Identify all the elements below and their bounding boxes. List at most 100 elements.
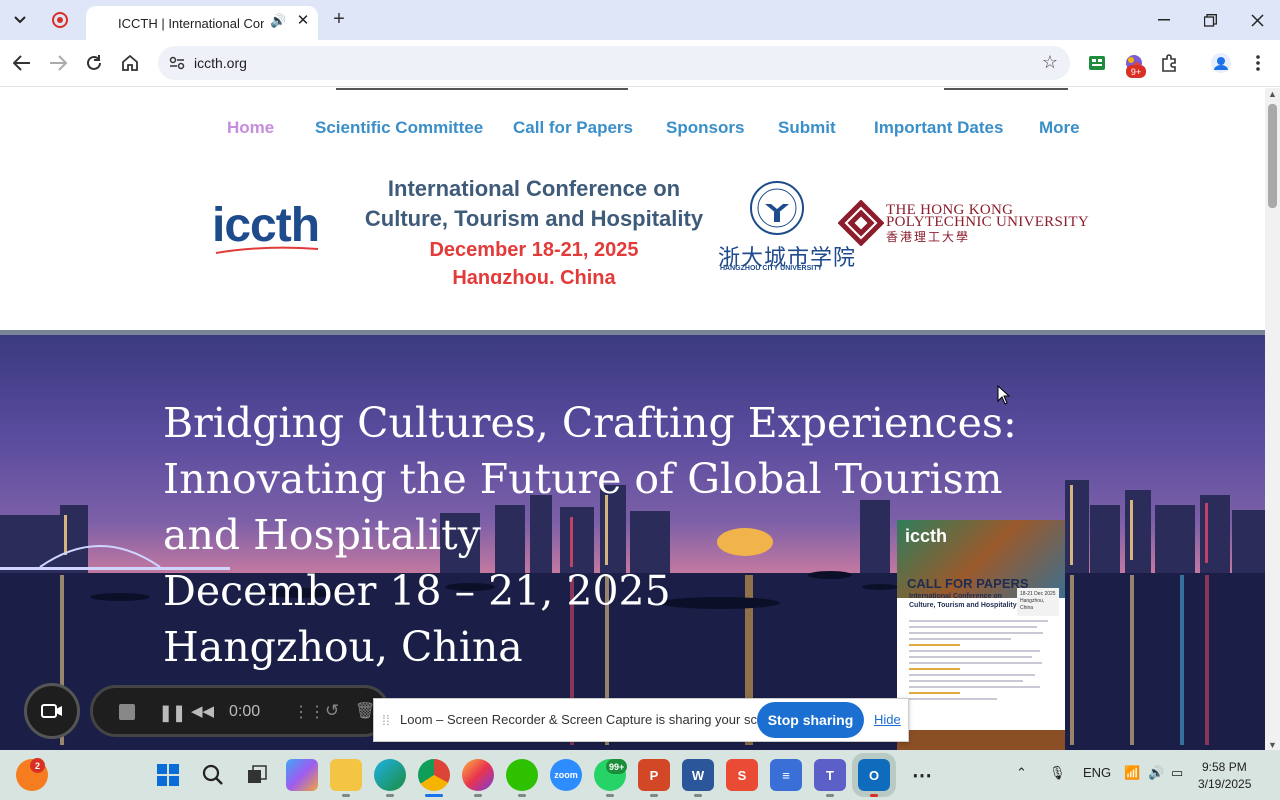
- home-icon[interactable]: [118, 51, 142, 75]
- close-window-button[interactable]: [1241, 6, 1273, 34]
- wifi-icon[interactable]: 📶: [1124, 765, 1140, 781]
- url-text: iccth.org: [194, 55, 247, 71]
- poster-subtitle: International Conference on Culture, Tou…: [909, 593, 1017, 609]
- hide-link[interactable]: Hide: [874, 712, 901, 727]
- hero-line: Bridging Cultures, Crafting Experiences:: [163, 399, 1017, 447]
- conference-date: December 18-21, 2025: [429, 239, 639, 261]
- hero-line: Hangzhou, China: [163, 623, 523, 671]
- conference-title-line2: Culture, Tourism and Hospitality: [364, 206, 704, 231]
- nav-important-dates[interactable]: Important Dates: [874, 118, 1003, 138]
- running-indicator: [694, 794, 702, 797]
- extensions-puzzle-icon[interactable]: [1157, 51, 1181, 75]
- share-message: Loom – Screen Recorder & Screen Capture …: [400, 712, 787, 727]
- poster-headline: CALL FOR PAPERS: [907, 576, 1029, 591]
- windows-start-icon[interactable]: [152, 759, 184, 791]
- hcu-name-english: HANGZHOU CITY UNIVERSITY: [720, 265, 823, 272]
- extension-green-icon[interactable]: [1085, 51, 1109, 75]
- nav-home[interactable]: Home: [227, 118, 274, 138]
- loom-timer: 0:00: [229, 703, 261, 720]
- more-apps-icon[interactable]: ⋯: [906, 759, 938, 791]
- nav-scientific-committee[interactable]: Scientific Committee: [315, 118, 483, 138]
- reload-icon[interactable]: [82, 51, 106, 75]
- forward-arrow-icon[interactable]: [46, 51, 70, 75]
- divider-line: [336, 88, 628, 90]
- loom-pause-icon[interactable]: ❚❚: [159, 703, 186, 723]
- browser-tabstrip: ICCTH | International Confe 🔊 ✕ +: [0, 0, 1280, 40]
- running-indicator: [518, 794, 526, 797]
- divider-line: [944, 88, 1068, 90]
- microphone-icon[interactable]: 🎙: [1049, 765, 1066, 781]
- browser-tab-active[interactable]: ICCTH | International Confe 🔊 ✕: [86, 6, 318, 40]
- back-arrow-icon[interactable]: [10, 51, 34, 75]
- running-indicator: [342, 794, 350, 797]
- clock-time[interactable]: 9:58 PM: [1202, 760, 1247, 774]
- bookmark-star-icon[interactable]: ☆: [1042, 52, 1058, 73]
- scroll-down-arrow-icon[interactable]: ▼: [1268, 740, 1277, 750]
- chrome-icon[interactable]: [418, 759, 450, 791]
- loom-camera-button[interactable]: [24, 683, 80, 739]
- loom-stop-icon[interactable]: [119, 704, 135, 720]
- language-indicator[interactable]: ENG: [1083, 765, 1111, 780]
- loom-restart-icon[interactable]: ↺: [325, 701, 339, 721]
- page-scrollbar[interactable]: ▲ ▼: [1265, 88, 1280, 750]
- restore-button[interactable]: [1194, 6, 1226, 34]
- running-indicator: [386, 794, 394, 797]
- nav-more[interactable]: More: [1039, 118, 1080, 138]
- loom-control-bar: ❚❚ ◀◀ 0:00 ⋮⋮ ↺ 🗑: [90, 685, 390, 737]
- wps-icon[interactable]: S: [726, 759, 758, 791]
- site-info-icon[interactable]: [166, 52, 188, 74]
- active-indicator: [425, 794, 443, 797]
- hero-line: December 18 – 21, 2025: [163, 567, 671, 615]
- notepad-icon[interactable]: ≡: [770, 759, 802, 791]
- speaker-icon[interactable]: 🔊: [270, 13, 286, 29]
- poster-date: 18-21 Dec 2025 Hangzhou, China: [1017, 588, 1059, 616]
- scroll-up-arrow-icon[interactable]: ▲: [1268, 89, 1277, 99]
- conference-title-line1: International Conference on: [387, 176, 681, 201]
- powerpoint-icon[interactable]: P: [638, 759, 670, 791]
- stop-sharing-button[interactable]: Stop sharing: [757, 702, 864, 738]
- logo-swoosh: [215, 246, 319, 254]
- tab-search-chevron-icon[interactable]: [8, 8, 32, 32]
- running-indicator: [870, 794, 878, 797]
- running-indicator: [650, 794, 658, 797]
- conference-place: Hangzhou, China: [452, 267, 616, 284]
- browser-menu-icon[interactable]: [1246, 51, 1270, 75]
- firefox-icon[interactable]: [462, 759, 494, 791]
- tab-close-icon[interactable]: ✕: [294, 11, 312, 29]
- clock-date[interactable]: 3/19/2025: [1198, 777, 1251, 791]
- recording-icon: [52, 12, 68, 28]
- nav-call-for-papers[interactable]: Call for Papers: [513, 118, 633, 138]
- task-view-icon[interactable]: [241, 759, 273, 791]
- hcu-emblem-icon: [750, 181, 804, 235]
- loom-drawing-icon[interactable]: ⋮⋮: [293, 702, 325, 722]
- address-bar[interactable]: iccth.org ☆: [158, 46, 1070, 80]
- tab-title: ICCTH | International Confe: [118, 15, 264, 31]
- edge-icon[interactable]: [374, 759, 406, 791]
- poster-footer: [897, 730, 1065, 750]
- loom-rewind-icon[interactable]: ◀◀: [191, 702, 214, 720]
- profile-avatar-icon[interactable]: [1209, 51, 1233, 75]
- call-for-papers-poster[interactable]: iccth CALL FOR PAPERS International Conf…: [897, 520, 1065, 750]
- search-icon[interactable]: [197, 759, 229, 791]
- nav-sponsors[interactable]: Sponsors: [666, 118, 744, 138]
- word-icon[interactable]: W: [682, 759, 714, 791]
- new-tab-button[interactable]: +: [328, 8, 350, 30]
- scrollbar-thumb[interactable]: [1268, 104, 1277, 208]
- zoom-icon[interactable]: zoom: [550, 759, 582, 791]
- battery-icon[interactable]: ▭: [1171, 765, 1183, 781]
- screen-share-notification: ⁞⁞ Loom – Screen Recorder & Screen Captu…: [373, 698, 909, 742]
- outlook-icon[interactable]: O: [852, 753, 896, 797]
- poster-body-text: [909, 620, 1055, 704]
- teams-icon[interactable]: T: [814, 759, 846, 791]
- chevron-up-icon[interactable]: ⌃: [1016, 765, 1027, 781]
- extension-badge: 9+: [1126, 65, 1146, 78]
- video-camera-icon: [41, 704, 62, 718]
- copilot-icon[interactable]: [286, 759, 318, 791]
- volume-icon[interactable]: 🔊: [1148, 765, 1164, 781]
- wechat-icon[interactable]: [506, 759, 538, 791]
- minimize-button[interactable]: [1148, 6, 1180, 34]
- file-explorer-icon[interactable]: [330, 759, 362, 791]
- drag-handle-icon[interactable]: ⁞⁞: [382, 712, 390, 728]
- nav-submit[interactable]: Submit: [778, 118, 836, 138]
- conference-title: International Conference on Culture, Tou…: [354, 174, 714, 234]
